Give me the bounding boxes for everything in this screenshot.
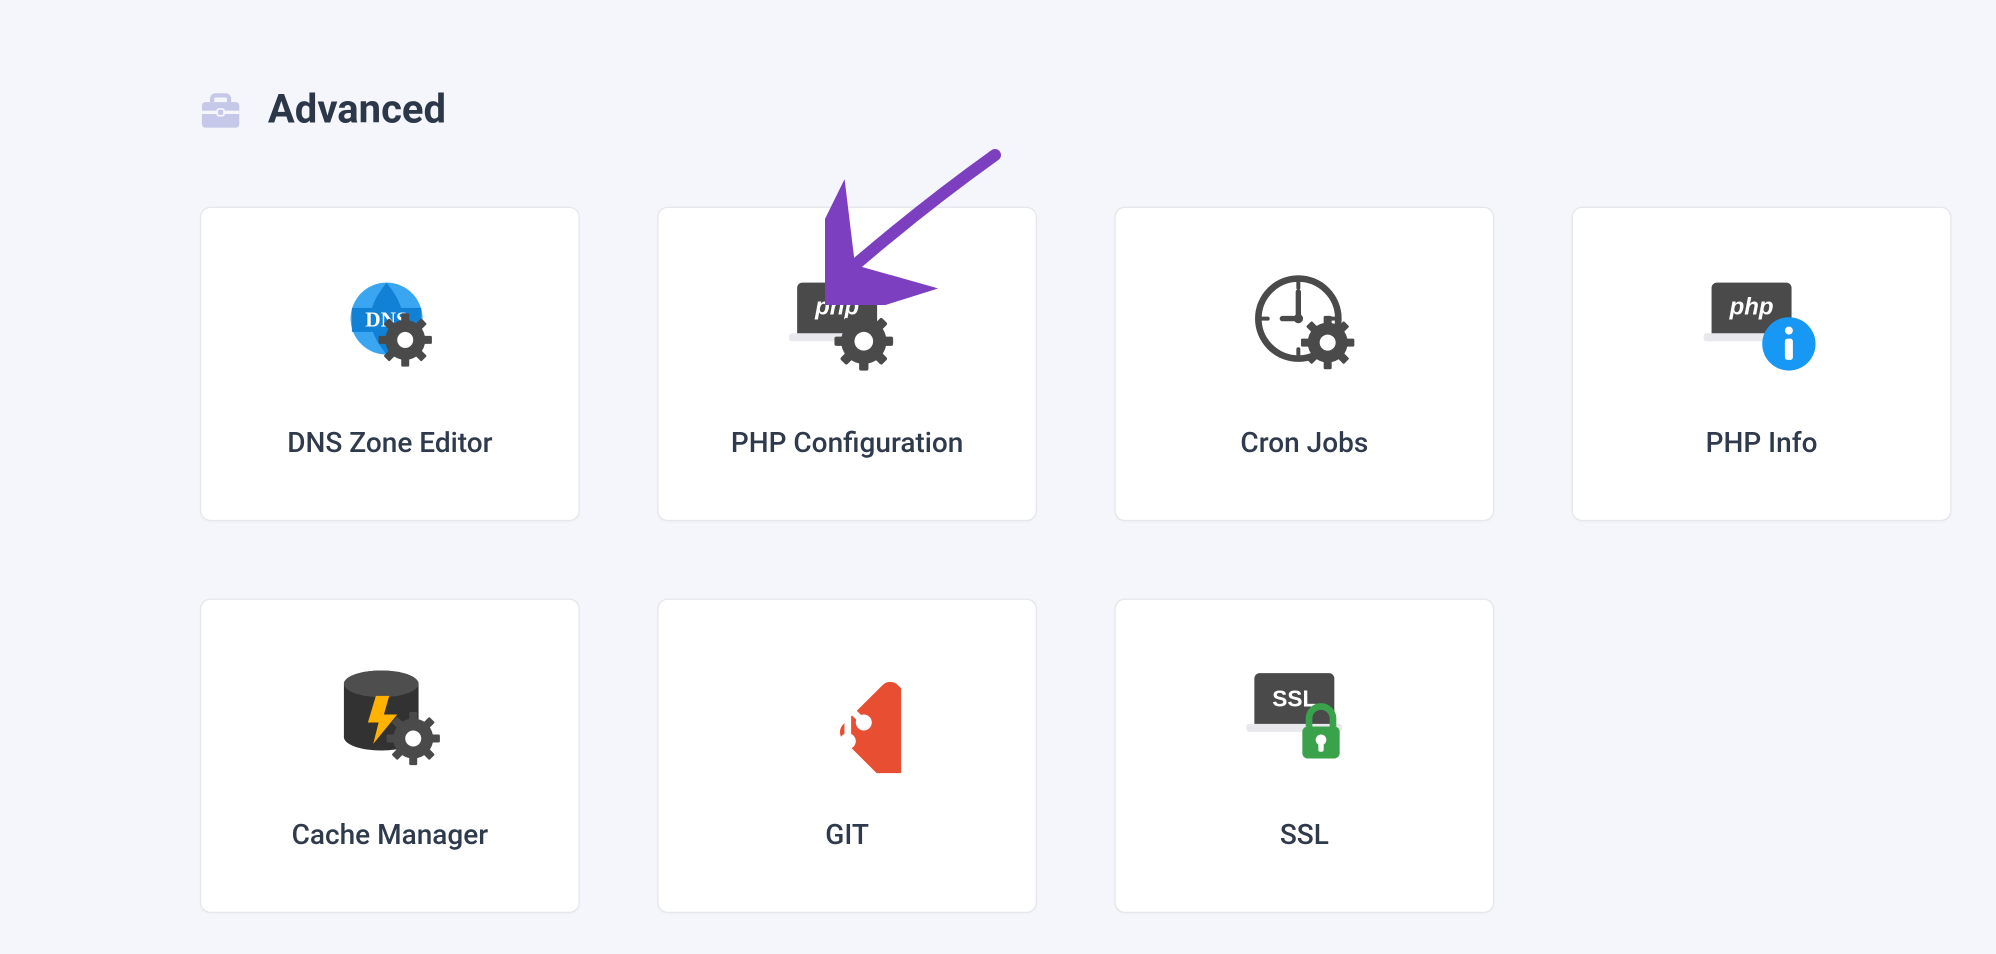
card-dns-zone-editor[interactable]: DNS [200, 207, 580, 522]
svg-text:SSL: SSL [1272, 685, 1316, 711]
cards-grid: DNS [200, 207, 1796, 913]
section-title: Advanced [268, 87, 446, 134]
cache-manager-icon [330, 660, 450, 780]
card-label: Cache Manager [292, 820, 488, 852]
svg-text:php: php [1728, 294, 1773, 321]
card-label: PHP Configuration [731, 428, 964, 460]
card-php-configuration[interactable]: php [657, 207, 1037, 522]
card-label: SSL [1280, 820, 1329, 852]
card-git[interactable]: GIT [657, 599, 1037, 914]
git-icon [794, 660, 901, 780]
ssl-icon: SSL [1243, 660, 1366, 780]
card-php-info[interactable]: php PHP Info [1572, 207, 1952, 522]
svg-text:php: php [813, 294, 858, 321]
dns-icon: DNS [330, 268, 450, 388]
toolbox-icon [200, 91, 241, 128]
card-cron-jobs[interactable]: Cron Jobs [1114, 207, 1494, 522]
card-label: Cron Jobs [1240, 428, 1368, 460]
card-cache-manager[interactable]: Cache Manager [200, 599, 580, 914]
card-label: DNS Zone Editor [287, 428, 492, 460]
php-config-icon: php [786, 268, 909, 388]
php-info-icon: php [1700, 268, 1823, 388]
section-header: Advanced [200, 87, 1796, 134]
cron-jobs-icon [1244, 268, 1364, 388]
card-ssl[interactable]: SSL SSL [1114, 599, 1494, 914]
card-label: PHP Info [1706, 428, 1818, 460]
card-label: GIT [825, 820, 869, 852]
